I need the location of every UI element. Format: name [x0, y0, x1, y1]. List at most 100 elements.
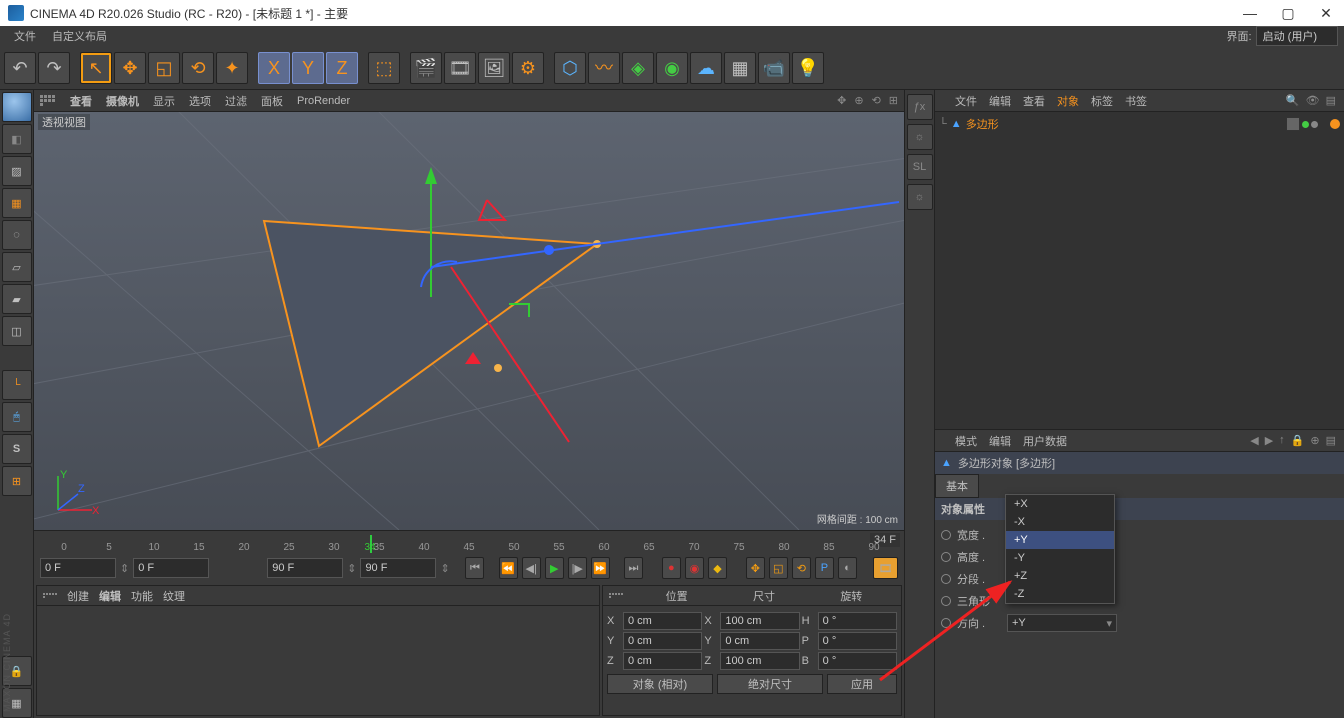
direction-option-px[interactable]: +X	[1006, 495, 1114, 513]
attr-new-icon[interactable]: ⊕	[1310, 434, 1319, 447]
coord-mode-abs[interactable]: 绝对尺寸	[717, 674, 823, 694]
maximize-button[interactable]: ▢	[1278, 5, 1298, 22]
workplane-toggle[interactable]: ⊞	[2, 466, 32, 496]
size-x-input[interactable]	[720, 612, 799, 630]
texture-mode[interactable]: ▨	[2, 156, 32, 186]
om-eye-icon[interactable]: 👁	[1306, 94, 1320, 107]
om-menu-objects[interactable]: 对象	[1057, 93, 1079, 109]
layer-tag-icon[interactable]	[1286, 117, 1300, 131]
spinner-icon[interactable]: ⇕	[440, 562, 449, 575]
vp-menu-panel[interactable]: 面板	[261, 93, 283, 109]
move-tool[interactable]: ✥	[114, 52, 146, 84]
mat-menu-create[interactable]: 创建	[67, 588, 89, 604]
om-menu-bookmarks[interactable]: 书签	[1125, 93, 1147, 109]
vp-menu-camera[interactable]: 摄像机	[106, 93, 139, 109]
rt-tool-3[interactable]: ☼	[907, 184, 933, 210]
add-camera[interactable]: ▦	[724, 52, 756, 84]
keyframe-selection[interactable]: ◆	[708, 557, 727, 579]
axis-mode[interactable]: ◫	[2, 316, 32, 346]
coord-mode-object[interactable]: 对象 (相对)	[607, 674, 713, 694]
anim-dot-segments[interactable]	[941, 574, 951, 584]
direction-dropdown[interactable]: +X -X +Y -Y +Z -Z	[1005, 494, 1115, 604]
next-frame-button[interactable]: |▶	[568, 557, 587, 579]
timeline-ruler[interactable]: 34 34 F 05101520253035404550556065707580…	[34, 531, 904, 553]
vp-menu-view[interactable]: 查看	[70, 93, 92, 109]
rt-tool-2[interactable]: SL	[907, 154, 933, 180]
record-button[interactable]: ●	[662, 557, 681, 579]
polygon-mode[interactable]: ▰	[2, 284, 32, 314]
motion-clip-button[interactable]: 🎞	[873, 557, 898, 579]
anim-dot-direction[interactable]	[941, 618, 951, 628]
om-menu-view[interactable]: 查看	[1023, 93, 1045, 109]
perspective-viewport[interactable]: 透视视图	[34, 112, 904, 530]
anim-dot-height[interactable]	[941, 552, 951, 562]
om-filter-icon[interactable]: ▤	[1326, 94, 1336, 107]
direction-option-nz[interactable]: -Z	[1006, 585, 1114, 603]
attr-tab-basic[interactable]: 基本	[935, 474, 979, 498]
vp-maximize-icon[interactable]: ⊞	[889, 94, 898, 107]
rotate-tool[interactable]: ⟲	[182, 52, 214, 84]
add-scene[interactable]: 💡	[792, 52, 824, 84]
rt-tool-1[interactable]: ☼	[907, 124, 933, 150]
om-menu-file[interactable]: 文件	[955, 93, 977, 109]
layout-select[interactable]: 启动 (用户)	[1256, 26, 1338, 46]
phong-tag-icon[interactable]	[1330, 119, 1340, 129]
axis-z-toggle[interactable]: Z	[326, 52, 358, 84]
add-deformer[interactable]: ◉	[656, 52, 688, 84]
add-environment[interactable]: ☁	[690, 52, 722, 84]
spinner-icon[interactable]: ⇕	[120, 562, 129, 575]
spinner-icon[interactable]: ⇕	[347, 562, 356, 575]
autokey-button[interactable]: ◉	[685, 557, 704, 579]
frame-end-input[interactable]	[360, 558, 436, 578]
range-end-input[interactable]	[267, 558, 343, 578]
anim-dot-width[interactable]	[941, 530, 951, 540]
attr-lock-icon[interactable]: 🔒	[1291, 434, 1305, 447]
rot-b-input[interactable]	[818, 652, 897, 670]
workplane-mode[interactable]: ▦	[2, 188, 32, 218]
add-spline[interactable]: 〰	[588, 52, 620, 84]
pos-x-input[interactable]	[623, 612, 702, 630]
edge-mode[interactable]: ▱	[2, 252, 32, 282]
om-menu-tags[interactable]: 标签	[1091, 93, 1113, 109]
model-mode[interactable]: ◧	[2, 124, 32, 154]
play-button[interactable]: ▶	[545, 557, 564, 579]
goto-start-button[interactable]: ⏮	[465, 557, 484, 579]
next-key-button[interactable]: ⏩	[591, 557, 610, 579]
axis-y-toggle[interactable]: Y	[292, 52, 324, 84]
panel-grip-icon[interactable]	[609, 593, 623, 598]
direction-option-ny[interactable]: -Y	[1006, 549, 1114, 567]
add-generator[interactable]: ◈	[622, 52, 654, 84]
object-name[interactable]: 多边形	[966, 116, 999, 132]
key-scale-button[interactable]: ◱	[769, 557, 788, 579]
om-search-icon[interactable]: 🔍	[1286, 94, 1300, 107]
rot-p-input[interactable]	[818, 632, 897, 650]
mat-menu-texture[interactable]: 纹理	[163, 588, 185, 604]
render-picture-viewer[interactable]: 🖼	[478, 52, 510, 84]
last-tool[interactable]: ✦	[216, 52, 248, 84]
coord-system[interactable]: ⬚	[368, 52, 400, 84]
axis-x-toggle[interactable]: X	[258, 52, 290, 84]
attr-menu-edit[interactable]: 编辑	[989, 433, 1011, 449]
vp-menu-prorender[interactable]: ProRender	[297, 95, 350, 107]
range-start-input[interactable]	[133, 558, 209, 578]
anim-dot-triangle[interactable]	[941, 596, 951, 606]
size-z-input[interactable]	[720, 652, 799, 670]
undo-button[interactable]: ↶	[4, 52, 36, 84]
snap-toggle[interactable]: S	[2, 434, 32, 464]
close-button[interactable]: ✕	[1316, 5, 1336, 22]
menu-custom-layout[interactable]: 自定义布局	[44, 28, 115, 44]
render-region[interactable]: 🎞	[444, 52, 476, 84]
select-tool[interactable]: ↖	[80, 52, 112, 84]
panel-grip-icon[interactable]	[43, 593, 57, 598]
vp-menu-options[interactable]: 选项	[189, 93, 211, 109]
size-y-input[interactable]	[720, 632, 799, 650]
prev-frame-button[interactable]: ◀|	[522, 557, 541, 579]
visibility-render-dot[interactable]	[1311, 121, 1318, 128]
panel-grip-icon[interactable]	[40, 95, 56, 106]
enable-axis[interactable]: └	[2, 370, 32, 400]
attr-up-icon[interactable]: ↑	[1279, 434, 1285, 447]
object-row-polygon[interactable]: └ ▲ 多边形	[939, 116, 1340, 132]
direction-option-nx[interactable]: -X	[1006, 513, 1114, 531]
key-rot-button[interactable]: ⟲	[792, 557, 811, 579]
om-menu-edit[interactable]: 编辑	[989, 93, 1011, 109]
